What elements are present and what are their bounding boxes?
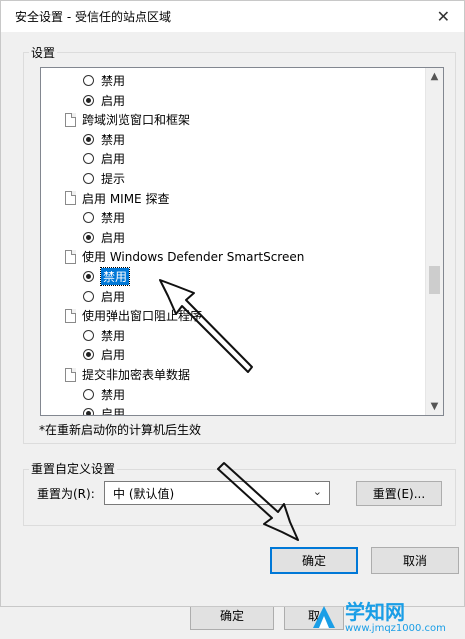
reset-level-value: 中 (默认值)	[113, 486, 175, 501]
setting-option[interactable]: 禁用	[83, 208, 125, 227]
chevron-down-icon: ⌄	[312, 485, 322, 498]
watermark-url: www.jmqz1000.com	[345, 622, 446, 634]
radio-button[interactable]	[83, 329, 94, 341]
radio-button[interactable]	[83, 408, 94, 415]
radio-button[interactable]	[83, 173, 94, 184]
radio-button[interactable]	[83, 388, 94, 400]
setting-option[interactable]: 启用	[83, 91, 125, 110]
radio-button[interactable]	[83, 290, 94, 302]
close-icon[interactable]: ✕	[437, 7, 450, 26]
document-icon	[65, 367, 76, 382]
setting-label: 禁用	[99, 267, 131, 286]
setting-label: 使用弹出窗口阻止程序	[82, 309, 203, 324]
settings-tree-content: 禁用 启用 跨域浏览窗口和框架 禁用 启用 提示 启用 MIME 探查 禁用 启用 使用 Wind…	[41, 68, 425, 415]
setting-label: 启用 MIME 探查	[82, 191, 170, 206]
setting-option[interactable]: 禁用	[83, 71, 125, 90]
setting-option[interactable]: 启用	[83, 228, 125, 247]
vertical-scrollbar[interactable]: ▲ ▼	[425, 68, 443, 415]
document-icon	[65, 249, 76, 264]
restart-note: *在重新启动你的计算机后生效	[39, 423, 202, 437]
setting-label: 禁用	[101, 328, 126, 343]
document-icon	[65, 112, 76, 127]
ok-button[interactable]: 确定	[270, 547, 358, 574]
radio-button[interactable]	[83, 94, 94, 106]
setting-option[interactable]: 禁用	[83, 326, 125, 345]
scroll-thumb[interactable]	[429, 266, 440, 294]
scroll-down-icon[interactable]: ▼	[426, 398, 443, 415]
scroll-up-icon[interactable]: ▲	[426, 68, 443, 85]
setting-option[interactable]: 提示	[83, 169, 125, 188]
setting-heading: 使用 Windows Defender SmartScreen	[65, 247, 304, 266]
radio-button[interactable]	[83, 349, 94, 361]
setting-label: 启用	[101, 93, 126, 108]
setting-label: 提示	[101, 172, 126, 186]
setting-option[interactable]: 启用	[83, 287, 125, 306]
setting-label: 启用	[101, 152, 126, 167]
site-watermark: 学知网 www.jmqz1000.com	[309, 597, 459, 637]
radio-button[interactable]	[83, 271, 94, 282]
radio-button[interactable]	[83, 75, 94, 86]
radio-button[interactable]	[83, 153, 94, 165]
setting-heading: 跨域浏览窗口和框架	[65, 110, 190, 129]
setting-label: 禁用	[101, 74, 126, 88]
setting-label: 禁用	[101, 387, 126, 402]
setting-label: 使用 Windows Defender SmartScreen	[82, 250, 305, 265]
setting-option[interactable]: 启用	[83, 345, 125, 364]
watermark-title: 学知网	[345, 599, 405, 624]
setting-label: 提交非加密表单数据	[82, 368, 191, 382]
document-icon	[65, 308, 76, 323]
reset-to-label: 重置为(R):	[37, 487, 95, 501]
reset-group-label: 重置自定义设置	[29, 460, 118, 477]
setting-label: 禁用	[101, 211, 126, 226]
setting-option[interactable]: 启用	[83, 149, 125, 168]
settings-group-label: 设置	[29, 44, 58, 61]
document-icon	[65, 191, 76, 206]
setting-heading: 提交非加密表单数据	[65, 365, 190, 384]
title-bar: 安全设置 - 受信任的站点区域 ✕	[1, 1, 464, 32]
setting-heading: 使用弹出窗口阻止程序	[65, 306, 202, 325]
reset-level-select[interactable]: 中 (默认值) ⌄	[104, 481, 330, 505]
setting-option[interactable]: 禁用	[83, 130, 125, 149]
cancel-button[interactable]: 取消	[371, 547, 459, 574]
setting-label: 启用	[101, 289, 126, 304]
setting-option[interactable]: 禁用	[83, 385, 125, 404]
setting-label: 禁用	[101, 132, 126, 147]
setting-label: 跨域浏览窗口和框架	[82, 113, 191, 128]
radio-button[interactable]	[83, 133, 94, 145]
setting-label: 启用	[101, 348, 126, 363]
radio-button[interactable]	[83, 231, 94, 243]
setting-heading: 启用 MIME 探查	[65, 189, 169, 208]
setting-option[interactable]: 启用	[83, 404, 125, 415]
security-settings-dialog: 安全设置 - 受信任的站点区域 ✕ 设置 禁用 启用 跨域浏览窗口和框架 禁用 启用 提示…	[0, 0, 465, 607]
setting-option[interactable]: 禁用	[83, 267, 131, 286]
watermark-logo-icon	[309, 602, 339, 632]
reset-button[interactable]: 重置(E)...	[356, 481, 442, 506]
setting-label: 启用	[101, 407, 126, 415]
radio-button[interactable]	[83, 212, 94, 224]
settings-tree[interactable]: 禁用 启用 跨域浏览窗口和框架 禁用 启用 提示 启用 MIME 探查 禁用 启用 使用 Wind…	[40, 67, 444, 416]
setting-label: 启用	[101, 230, 126, 245]
dialog-title: 安全设置 - 受信任的站点区域	[15, 10, 171, 24]
